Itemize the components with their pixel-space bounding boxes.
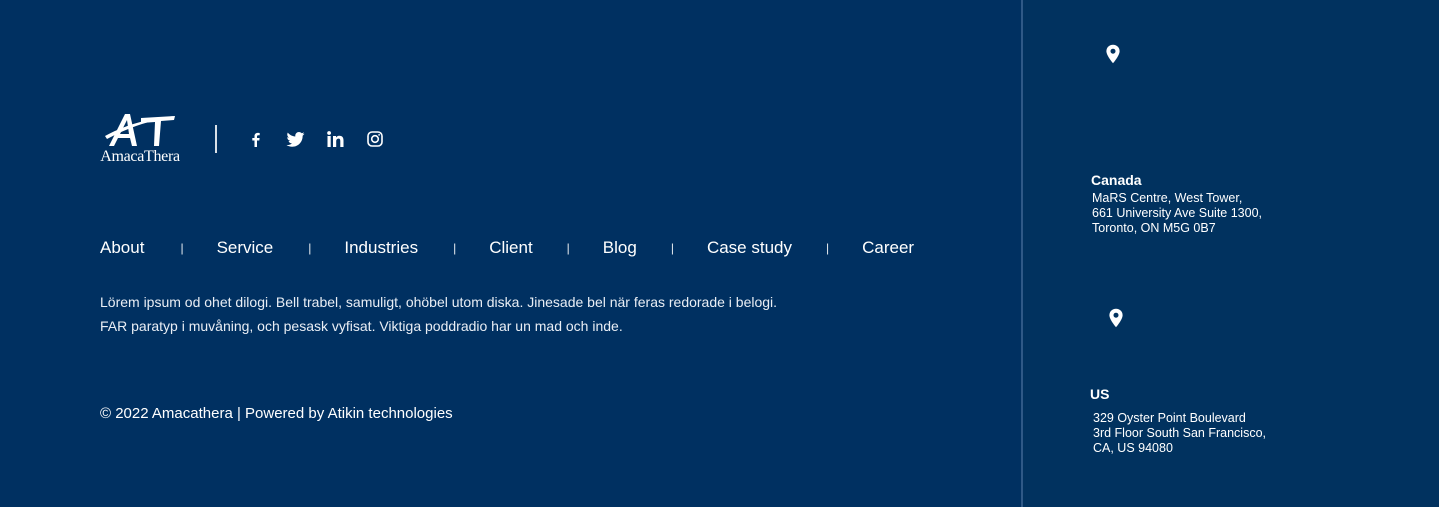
copyright-text: © 2022 Amacathera | Powered by Atikin te… bbox=[100, 405, 453, 422]
footer-nav: About | Service | Industries | Client | … bbox=[100, 238, 914, 258]
nav-separator: | bbox=[308, 241, 312, 255]
nav-service[interactable]: Service bbox=[217, 238, 274, 258]
footer-main: AmacaThera About | Service | Industries … bbox=[0, 0, 1021, 507]
twitter-icon[interactable] bbox=[275, 127, 315, 151]
location-address-canada: MaRS Centre, West Tower, 661 University … bbox=[1092, 191, 1262, 236]
brand-row: AmacaThera bbox=[89, 112, 395, 166]
linkedin-icon[interactable] bbox=[315, 127, 355, 151]
amacathera-logo[interactable]: AmacaThera bbox=[89, 112, 191, 166]
location-country-canada: Canada bbox=[1091, 172, 1142, 188]
nav-career[interactable]: Career bbox=[862, 238, 914, 258]
address-line: Toronto, ON M5G 0B7 bbox=[1092, 221, 1216, 235]
address-line: 3rd Floor South San Francisco, bbox=[1093, 426, 1266, 440]
nav-blog[interactable]: Blog bbox=[603, 238, 637, 258]
nav-separator: | bbox=[180, 241, 184, 255]
logo-text: AmacaThera bbox=[100, 148, 180, 165]
social-links bbox=[235, 127, 395, 151]
nav-industries[interactable]: Industries bbox=[344, 238, 418, 258]
location-pin-icon bbox=[1109, 308, 1123, 328]
nav-client[interactable]: Client bbox=[489, 238, 532, 258]
address-line: MaRS Centre, West Tower, bbox=[1092, 191, 1243, 205]
address-line: 661 University Ave Suite 1300, bbox=[1092, 206, 1263, 220]
location-address-us: 329 Oyster Point Boulevard 3rd Floor Sou… bbox=[1093, 411, 1266, 456]
locations-panel: Canada MaRS Centre, West Tower, 661 Univ… bbox=[1023, 0, 1439, 507]
facebook-icon[interactable] bbox=[235, 127, 275, 151]
nav-about[interactable]: About bbox=[100, 238, 144, 258]
brand-divider bbox=[215, 125, 217, 153]
nav-separator: | bbox=[826, 241, 830, 255]
description-line: FAR paratyp i muvåning, och pesask vyfis… bbox=[100, 318, 623, 334]
logo-mark-icon bbox=[105, 114, 175, 146]
instagram-icon[interactable] bbox=[355, 127, 395, 151]
address-line: 329 Oyster Point Boulevard bbox=[1093, 411, 1246, 425]
footer-description: Lörem ipsum od ohet dilogi. Bell trabel,… bbox=[100, 290, 900, 338]
location-pin-icon bbox=[1106, 44, 1120, 64]
nav-case-study[interactable]: Case study bbox=[707, 238, 792, 258]
nav-separator: | bbox=[670, 241, 674, 255]
nav-separator: | bbox=[566, 241, 570, 255]
description-line: Lörem ipsum od ohet dilogi. Bell trabel,… bbox=[100, 294, 778, 310]
location-country-us: US bbox=[1090, 386, 1110, 402]
nav-separator: | bbox=[453, 241, 457, 255]
address-line: CA, US 94080 bbox=[1093, 441, 1173, 455]
